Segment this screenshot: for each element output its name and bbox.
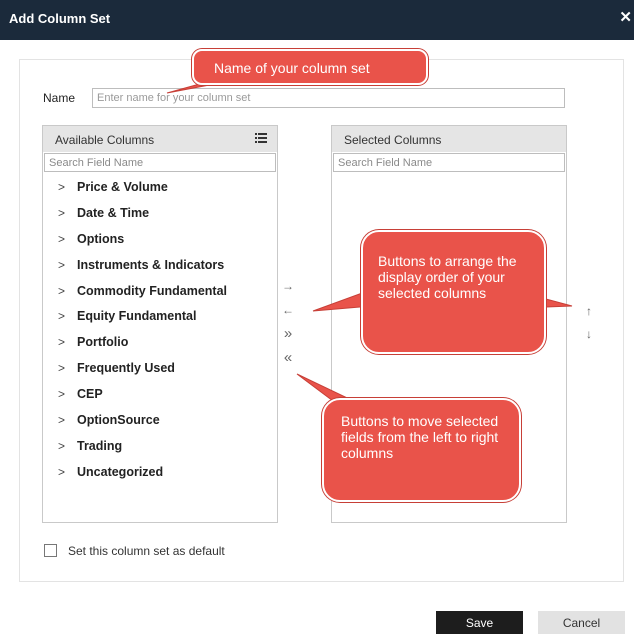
chevron-right-icon: > [58, 283, 66, 298]
chevron-right-icon: > [58, 438, 66, 453]
move-left-button[interactable]: ← [280, 302, 296, 318]
tree-item-optionsource[interactable]: > OptionSource [58, 413, 227, 439]
tree-item-cep[interactable]: > CEP [58, 387, 227, 413]
tree-item-label: Options [77, 231, 125, 246]
tree-item-label: Price & Volume [77, 180, 168, 194]
chevron-right-icon: > [58, 309, 66, 324]
chevron-right-icon: > [58, 205, 66, 220]
tree-item-label: Trading [77, 438, 123, 453]
chevron-right-icon: > [58, 464, 66, 479]
tree-item-label: CEP [77, 387, 103, 402]
chevron-right-icon: > [58, 231, 66, 246]
tree-item-label: Commodity Fundamental [77, 283, 228, 298]
tree-item-label: Instruments & Indicators [77, 257, 225, 272]
available-columns-title: Available Columns [55, 133, 155, 147]
move-right-button[interactable]: → [280, 278, 296, 294]
chevron-right-icon: > [58, 361, 66, 376]
order-buttons-callout: Buttons to arrange the display order of … [361, 230, 546, 354]
available-columns-header: Available Columns [43, 126, 277, 152]
chevron-right-icon: > [58, 180, 66, 194]
name-label: Name [43, 91, 76, 105]
list-icon[interactable] [255, 132, 267, 144]
tree-item-portfolio[interactable]: > Portfolio [58, 335, 227, 361]
selected-columns-header: Selected Columns [332, 126, 566, 152]
dialog-titlebar: Add Column Set ✕ [0, 0, 634, 40]
tree-item-options[interactable]: > Options [58, 232, 227, 258]
selected-columns-title: Selected Columns [344, 133, 442, 147]
available-columns-tree: > Price & Volume > Date & Time > Options > I… [58, 180, 227, 491]
cancel-button[interactable]: Cancel [538, 611, 625, 634]
name-callout: Name of your column set [192, 49, 428, 85]
chevron-right-icon: > [58, 413, 66, 428]
tree-item-trading[interactable]: > Trading [58, 439, 227, 465]
tree-item-label: Uncategorized [77, 464, 164, 479]
tree-item-uncategorized[interactable]: > Uncategorized [58, 465, 227, 491]
move-all-left-button[interactable]: « [280, 350, 296, 366]
name-input[interactable] [92, 88, 565, 108]
default-checkbox-label: Set this column set as default [68, 544, 225, 558]
tree-item-label: OptionSource [77, 413, 160, 428]
tree-item-instruments-indicators[interactable]: > Instruments & Indicators [58, 258, 227, 284]
save-button[interactable]: Save [436, 611, 523, 634]
chevron-right-icon: > [58, 257, 66, 272]
tree-item-label: Portfolio [77, 335, 129, 350]
dialog-title: Add Column Set [9, 11, 111, 26]
selected-search-input[interactable] [333, 153, 565, 172]
move-buttons-callout: Buttons to move selected fields from the… [322, 398, 521, 502]
chevron-right-icon: > [58, 335, 66, 350]
default-checkbox[interactable] [44, 544, 57, 557]
tree-item-frequently-used[interactable]: > Frequently Used [58, 361, 227, 387]
move-up-button[interactable]: ↑ [581, 303, 597, 319]
tree-item-label: Equity Fundamental [77, 309, 197, 324]
chevron-right-icon: > [58, 387, 66, 402]
tree-item-label: Date & Time [77, 205, 150, 220]
tree-item-equity-fundamental[interactable]: > Equity Fundamental [58, 309, 227, 335]
tree-item-commodity-fundamental[interactable]: > Commodity Fundamental [58, 284, 227, 310]
tree-item-price-volume[interactable]: > Price & Volume [58, 180, 227, 206]
tree-item-date-time[interactable]: > Date & Time [58, 206, 227, 232]
tree-item-label: Frequently Used [77, 361, 175, 376]
move-down-button[interactable]: ↓ [581, 326, 597, 342]
available-search-input[interactable] [44, 153, 276, 172]
close-icon[interactable]: ✕ [619, 9, 632, 27]
move-all-right-button[interactable]: » [280, 326, 296, 342]
